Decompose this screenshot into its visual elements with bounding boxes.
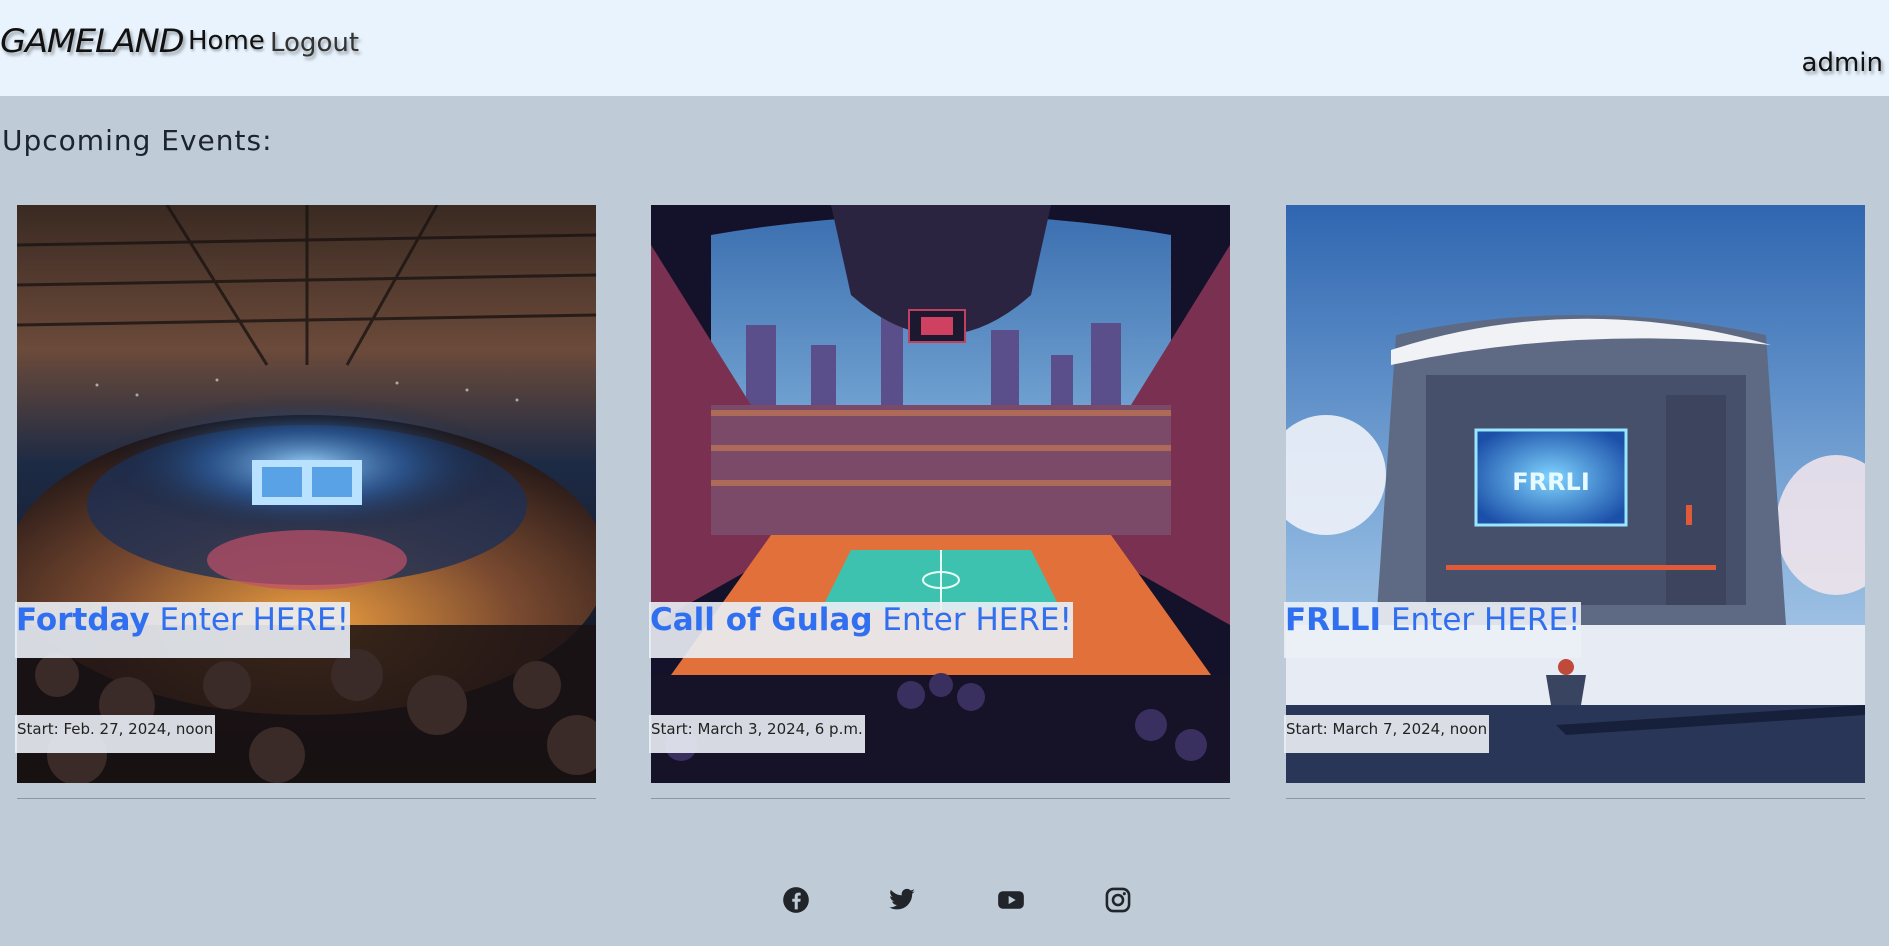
enter-link-text: Enter HERE! [159, 602, 350, 638]
event-start-date: Start: March 7, 2024, noon [1284, 715, 1490, 753]
event-card: Fortday Enter HERE! Start: Feb. 27, 2024… [15, 205, 596, 800]
event-name: Call of Gulag [650, 602, 873, 638]
nav-home-link[interactable]: Home [188, 26, 265, 56]
card-divider [1286, 798, 1865, 799]
enter-link-text: Enter HERE! [882, 602, 1072, 638]
card-divider [651, 798, 1230, 799]
nav-logout-link[interactable]: Logout [270, 28, 359, 58]
event-name: FRLLI [1285, 602, 1382, 638]
twitter-icon[interactable] [888, 886, 916, 914]
event-title-link[interactable]: Fortday Enter HERE! [15, 602, 351, 658]
card-divider [17, 798, 596, 799]
page-title: Upcoming Events: [2, 124, 273, 157]
event-card: FRRLI FRLLI Enter HERE! Start: March 7, … [1284, 205, 1865, 800]
event-start-date: Start: March 3, 2024, 6 p.m. [649, 715, 865, 753]
event-title-link[interactable]: Call of Gulag Enter HERE! [649, 602, 1073, 658]
instagram-icon[interactable] [1104, 886, 1132, 914]
username-label: admin [1801, 48, 1883, 78]
event-title-link[interactable]: FRLLI Enter HERE! [1284, 602, 1582, 658]
enter-link-text: Enter HERE! [1390, 602, 1581, 638]
event-image: FRRLI [1286, 205, 1865, 783]
event-start-date: Start: Feb. 27, 2024, noon [15, 715, 216, 753]
event-image [651, 205, 1230, 783]
stadium-sign: FRRLI [1512, 468, 1590, 496]
event-name: Fortday [16, 602, 150, 638]
brand-logo[interactable]: GAMELAND [0, 22, 185, 60]
facebook-icon[interactable] [782, 886, 810, 914]
navbar: GAMELAND Home Logout admin [0, 0, 1889, 96]
event-card: Call of Gulag Enter HERE! Start: March 3… [649, 205, 1230, 800]
youtube-icon[interactable] [996, 886, 1024, 914]
event-image [17, 205, 596, 783]
